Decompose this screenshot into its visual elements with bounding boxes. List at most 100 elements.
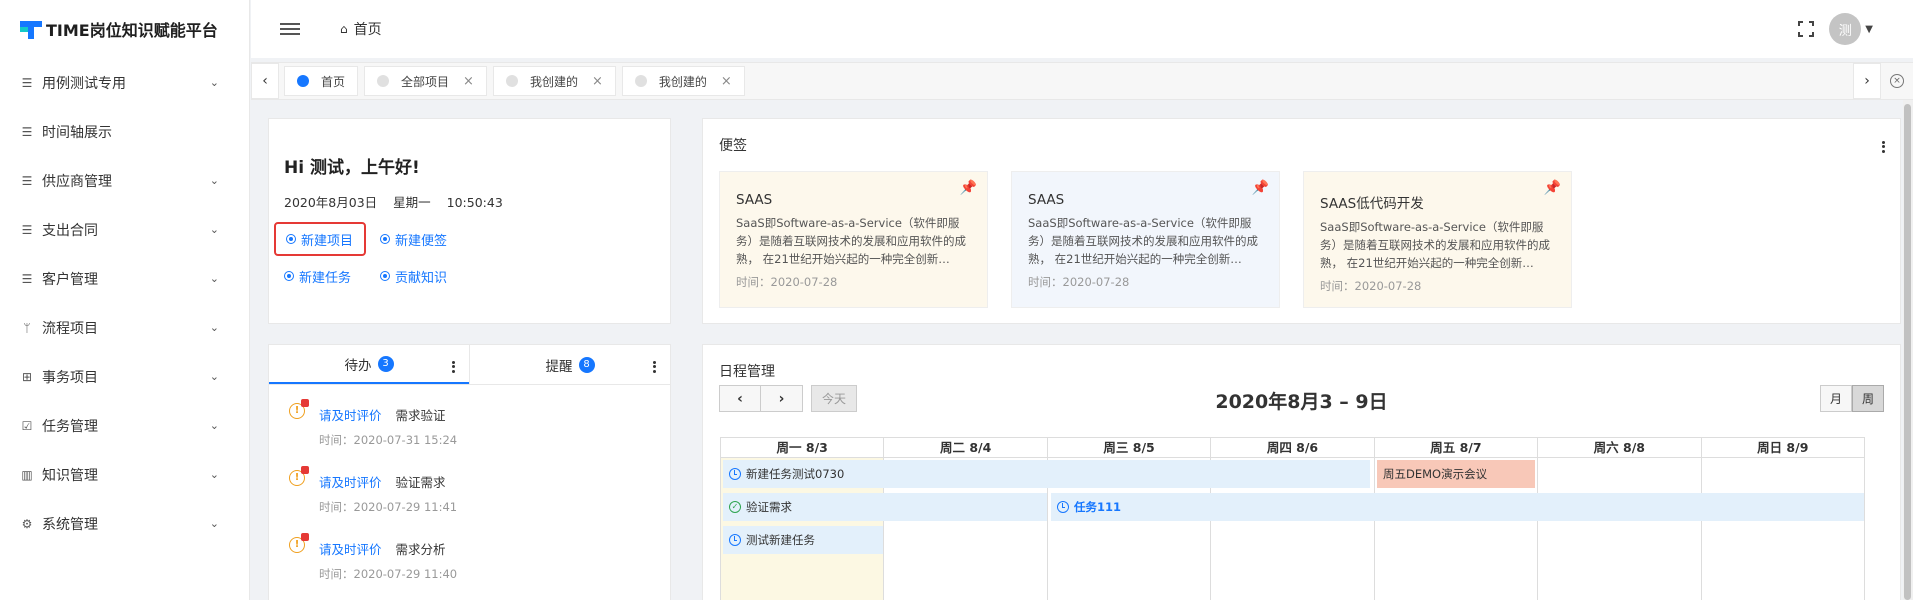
chevron-down-icon: ⌄ <box>209 321 219 334</box>
sidebar-item-label: 时间轴展示 <box>42 124 112 141</box>
tab-my-created-2[interactable]: 我创建的 × <box>621 66 745 96</box>
greeting-title: Hi 测试，上午好! <box>284 158 420 178</box>
tabs-prev-button[interactable]: ‹ <box>251 63 279 99</box>
action-label: 新建便签 <box>395 233 448 249</box>
tab-label: 提醒 <box>545 358 573 375</box>
menu-lines-icon: ☰ <box>21 75 33 90</box>
tab-home[interactable]: 首页 <box>284 66 359 96</box>
scrollbar-thumb[interactable] <box>1904 104 1911 600</box>
calendar-event[interactable]: 周五DEMO演示会议 <box>1377 460 1535 488</box>
calendar-event[interactable]: 任务111 <box>1051 493 1864 521</box>
calendar-view-switch: 月 周 <box>1820 385 1884 412</box>
clock-icon <box>1057 501 1069 513</box>
new-task-button[interactable]: 新建任务 <box>284 264 380 288</box>
month-view-button[interactable]: 月 <box>1820 385 1852 412</box>
more-vertical-icon[interactable] <box>653 359 656 374</box>
calendar-event[interactable]: 测试新建任务 <box>723 526 883 554</box>
tab-todo[interactable]: 待办 3 <box>269 345 469 384</box>
note-title: SAAS <box>736 192 773 208</box>
menu-lines-icon: ☰ <box>21 124 33 139</box>
day-header: 周二 8/4 <box>883 438 1046 457</box>
tab-label: 我创建的 <box>658 74 707 89</box>
pin-icon[interactable]: 📌 <box>1252 180 1269 196</box>
sidebar-item-label: 任务管理 <box>42 418 98 435</box>
evaluate-link[interactable]: 请及时评价 <box>319 475 382 490</box>
sidebar-item-knowledge[interactable]: ▥ 知识管理 ⌄ <box>0 450 249 499</box>
sidebar-item-affairs-project[interactable]: ⊞ 事务项目 ⌄ <box>0 352 249 401</box>
tab-my-created-1[interactable]: 我创建的 × <box>492 66 616 96</box>
radio-dot-icon <box>380 234 390 244</box>
note-body: SaaS即Software-as-a-Service（软件即服务）是随着互联网技… <box>1320 220 1550 270</box>
tab-reminder[interactable]: 提醒 8 <box>469 345 670 384</box>
sidebar-item-usecase-test[interactable]: ☰ 用例测试专用 ⌄ <box>0 58 249 107</box>
tab-close-icon[interactable]: × <box>721 74 732 89</box>
sidebar-item-expense-contract[interactable]: ☰ 支出合同 ⌄ <box>0 205 249 254</box>
breadcrumb[interactable]: ⌂ 首页 <box>340 19 382 39</box>
week-view-button[interactable]: 周 <box>1852 385 1884 412</box>
calendar-toolbar: ‹ › 今天 2020年8月3 – 9日 月 周 <box>719 385 1884 415</box>
chevron-down-icon: ⌄ <box>209 517 219 530</box>
radio-dot-icon <box>380 271 390 281</box>
sidebar-item-process-project[interactable]: ᛘ 流程项目 ⌄ <box>0 303 249 352</box>
note-time: 时间：2020-07-28 <box>1028 275 1130 289</box>
avatar[interactable]: 测 <box>1829 13 1862 45</box>
note-card[interactable]: 📌 SAAS SaaS即Software-as-a-Service（软件即服务）… <box>1011 171 1280 308</box>
evaluate-link[interactable]: 请及时评价 <box>319 542 382 557</box>
action-label: 贡献知识 <box>395 270 448 286</box>
pin-icon[interactable]: 📌 <box>960 180 977 196</box>
new-project-button[interactable]: 新建项目 <box>274 222 366 256</box>
day-column[interactable] <box>1700 458 1864 600</box>
list-item: ! 请及时评价 需求分析 时间：2020-07-29 11:40 <box>289 531 650 598</box>
chevron-down-icon: ⌄ <box>209 468 219 481</box>
sidebar-item-label: 支出合同 <box>42 222 98 239</box>
page-tabs-bar: ‹ 首页 全部项目 × 我创建的 × 我创建的 × › × <box>251 62 1913 100</box>
app-logo[interactable]: TIME岗位知识赋能平台 <box>0 0 249 58</box>
checklist-icon: ☑ <box>21 418 33 433</box>
tab-label: 我创建的 <box>529 74 578 89</box>
radio-dot-icon <box>284 271 294 281</box>
todo-text: 需求分析 <box>395 542 446 557</box>
day-column[interactable] <box>1537 458 1700 600</box>
day-header: 周三 8/5 <box>1046 438 1210 457</box>
sidebar-menu: ☰ 用例测试专用 ⌄ ☰ 时间轴展示 ☰ 供应商管理 ⌄ ☰ 支出合同 ⌄ ☰ … <box>0 58 249 548</box>
tabs-next-button[interactable]: › <box>1853 63 1881 99</box>
note-time: 时间：2020-07-28 <box>1320 279 1422 293</box>
sidebar-item-supplier[interactable]: ☰ 供应商管理 ⌄ <box>0 156 249 205</box>
hamburger-menu-icon[interactable] <box>280 20 300 38</box>
calendar-event[interactable]: 新建任务测试0730 <box>723 460 1370 488</box>
sidebar-item-label: 知识管理 <box>42 467 98 484</box>
tab-close-icon[interactable]: × <box>463 74 474 89</box>
todo-list: ! 请及时评价 需求验证 时间：2020-07-31 15:24 ! 请及时评价… <box>269 385 670 600</box>
tab-close-icon[interactable]: × <box>592 74 603 89</box>
note-card[interactable]: 📌 SAAS低代码开发 SaaS即Software-as-a-Service（软… <box>1303 171 1572 308</box>
chevron-down-icon: ⌄ <box>209 174 219 187</box>
schedule-title: 日程管理 <box>719 364 775 380</box>
contribute-knowledge-button[interactable]: 贡献知识 <box>380 264 476 288</box>
pin-icon[interactable]: 📌 <box>1544 180 1561 196</box>
new-note-button[interactable]: 新建便签 <box>380 227 476 251</box>
sidebar-item-task[interactable]: ☑ 任务管理 ⌄ <box>0 401 249 450</box>
more-vertical-icon[interactable] <box>452 359 455 374</box>
more-vertical-icon[interactable] <box>1882 139 1886 154</box>
note-card[interactable]: 📌 SAAS SaaS即Software-as-a-Service（软件即服务）… <box>719 171 988 308</box>
list-item: ! 请及时评价 需求验证 时间：2020-07-31 15:24 <box>289 397 650 464</box>
todo-panel: 待办 3 提醒 8 ! 请及时评价 需求验证 时间：2020-07-31 15:… <box>268 344 671 600</box>
tab-all-projects[interactable]: 全部项目 × <box>364 66 487 96</box>
sidebar-item-customer[interactable]: ☰ 客户管理 ⌄ <box>0 254 249 303</box>
sidebar-item-timeline[interactable]: ☰ 时间轴展示 <box>0 107 249 156</box>
close-all-tabs-button[interactable]: × <box>1881 63 1913 99</box>
event-title: 任务111 <box>1074 500 1122 514</box>
book-icon: ▥ <box>21 467 33 482</box>
day-header: 周六 8/8 <box>1537 438 1700 457</box>
event-title: 周五DEMO演示会议 <box>1383 467 1488 481</box>
calendar-range-title: 2020年8月3 – 9日 <box>1215 391 1388 413</box>
sidebar-item-system[interactable]: ⚙ 系统管理 ⌄ <box>0 499 249 548</box>
caret-down-icon[interactable]: ▼ <box>1865 24 1873 35</box>
fullscreen-icon[interactable] <box>1798 21 1815 37</box>
menu-lines-icon: ☰ <box>21 173 33 188</box>
greeting-datetime: 2020年8月03日 星期一 10:50:43 <box>284 192 655 211</box>
calendar-event[interactable]: ✓ 验证需求 <box>723 493 1047 521</box>
week-calendar: 周一 8/3 周二 8/4 周三 8/5 周四 8/6 周五 8/7 周六 8/… <box>720 437 1865 600</box>
count-badge: 3 <box>377 355 394 372</box>
evaluate-link[interactable]: 请及时评价 <box>319 408 382 423</box>
